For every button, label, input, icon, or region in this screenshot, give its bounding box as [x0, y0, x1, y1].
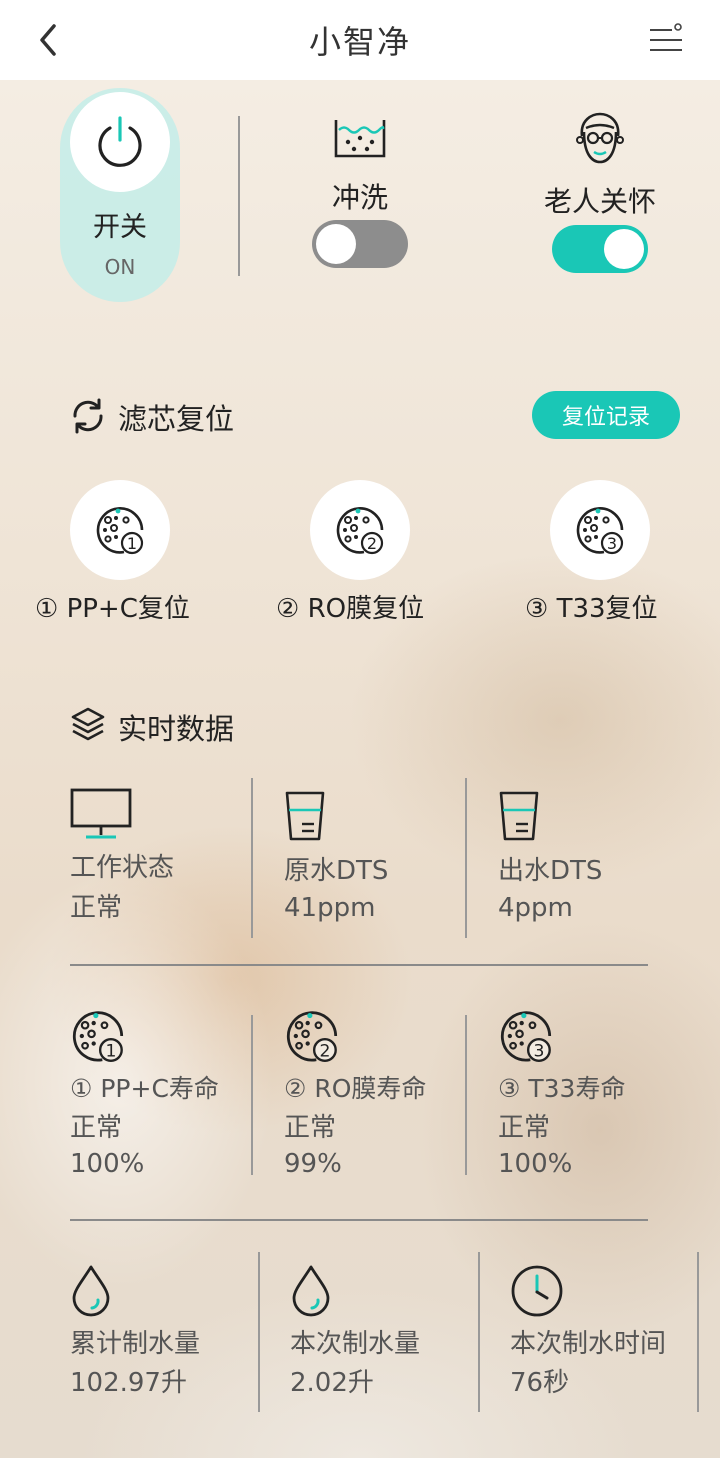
clock-icon: [511, 1265, 563, 1317]
session-time-value: 76秒: [510, 1368, 570, 1398]
divider: [70, 964, 648, 966]
realtime-data-title: 实时数据: [118, 712, 235, 746]
svg-text:3: 3: [533, 1041, 544, 1061]
out-tds-label: 出水DTS: [498, 856, 603, 886]
toggle-knob: [604, 229, 644, 269]
divider: [238, 116, 240, 276]
svg-text:2: 2: [319, 1041, 330, 1061]
total-water-label: 累计制水量: [70, 1329, 201, 1359]
ro-life-status: 正常: [284, 1113, 337, 1143]
water-drop-icon: [292, 1265, 330, 1317]
power-state: ON: [104, 255, 136, 279]
pp-c-life-status: 正常: [70, 1113, 123, 1143]
filter-1-life-icon: 1: [72, 1011, 124, 1062]
refresh-icon: [73, 398, 103, 434]
out-tds-value: 4ppm: [498, 893, 573, 923]
divider: [251, 1015, 253, 1175]
total-water-value: 102.97升: [70, 1368, 187, 1398]
raw-tds-value: 41ppm: [284, 893, 376, 923]
elder-care-toggle[interactable]: [552, 225, 648, 273]
elder-face-icon: [576, 112, 624, 164]
app-header: 小智净: [0, 0, 720, 80]
divider: [465, 1015, 467, 1175]
work-status-value: 正常: [70, 893, 123, 923]
toggle-knob: [316, 224, 356, 264]
t33-reset-button[interactable]: 3: [550, 480, 650, 580]
ro-life-percent: 99%: [284, 1149, 342, 1179]
elder-care-label: 老人关怀: [543, 185, 656, 218]
t33-reset-label: ③ T33复位: [525, 594, 658, 624]
work-status-label: 工作状态: [70, 853, 175, 883]
divider: [70, 1219, 648, 1221]
session-water-value: 2.02升: [290, 1368, 374, 1398]
svg-text:1: 1: [105, 1041, 116, 1061]
power-label: 开关: [93, 212, 147, 243]
divider: [478, 1252, 480, 1412]
svg-text:3: 3: [607, 534, 617, 553]
ro-reset-button[interactable]: 2: [310, 480, 410, 580]
power-icon: [98, 116, 142, 167]
divider: [697, 1252, 699, 1412]
t33-life-status: 正常: [498, 1113, 551, 1143]
raw-tds-label: 原水DTS: [284, 856, 389, 886]
filter-3-icon: 3: [576, 507, 624, 555]
chevron-left-icon[interactable]: [34, 20, 64, 60]
session-time-label: 本次制水时间: [510, 1329, 667, 1359]
svg-text:2: 2: [367, 534, 377, 553]
pp-c-reset-button[interactable]: 1: [70, 480, 170, 580]
filter-3-life-icon: 3: [500, 1011, 552, 1062]
page-title: 小智净: [308, 23, 411, 61]
layers-icon: [71, 707, 105, 741]
flush-label: 冲洗: [331, 181, 388, 214]
ro-reset-label: ② RO膜复位: [276, 594, 425, 624]
pp-c-life-percent: 100%: [70, 1149, 145, 1179]
ro-life-label: ② RO膜寿命: [284, 1074, 427, 1103]
filter-2-icon: 2: [336, 507, 384, 555]
divider: [258, 1252, 260, 1412]
reset-history-button[interactable]: 复位记录: [532, 391, 680, 439]
menu-icon[interactable]: [648, 22, 684, 58]
filter-reset-title: 滤芯复位: [118, 402, 235, 436]
power-button[interactable]: [70, 92, 170, 192]
divider: [251, 778, 253, 938]
pure-water-cup-icon: [499, 791, 539, 841]
raw-water-cup-icon: [285, 791, 325, 841]
divider: [465, 778, 467, 938]
pp-c-reset-label: ① PP+C复位: [35, 594, 190, 624]
t33-life-percent: 100%: [498, 1149, 573, 1179]
water-drop-icon: [72, 1265, 110, 1317]
filter-1-icon: 1: [96, 507, 144, 555]
flush-toggle[interactable]: [312, 220, 408, 268]
monitor-icon: [70, 788, 132, 839]
t33-life-label: ③ T33寿命: [498, 1074, 626, 1103]
svg-text:1: 1: [127, 534, 137, 553]
water-tank-icon: [334, 120, 386, 158]
pp-c-life-label: ① PP+C寿命: [70, 1074, 219, 1103]
filter-2-life-icon: 2: [286, 1011, 338, 1062]
session-water-label: 本次制水量: [290, 1329, 421, 1359]
